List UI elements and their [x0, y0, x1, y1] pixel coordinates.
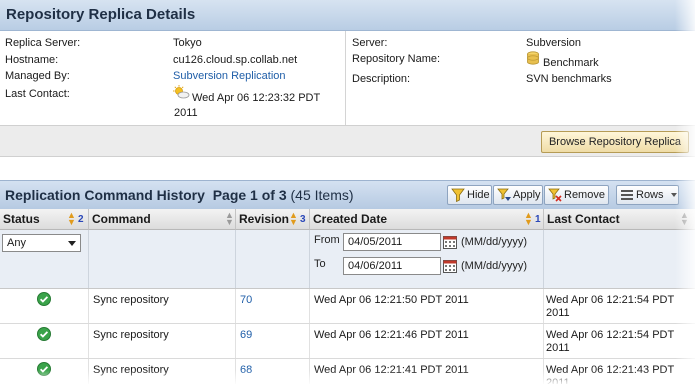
from-date-input[interactable]: 04/05/2011 — [343, 233, 441, 251]
created-date-cell: Wed Apr 06 12:21:46 PDT 2011 — [310, 324, 544, 358]
replica-server-value: Tokyo — [173, 37, 202, 49]
details-panel: Replica Server: Tokyo Hostname: cu126.cl… — [0, 31, 695, 125]
repository-database-icon — [527, 51, 539, 65]
filter-row: Any From 04/05/2011 (MM/dd/yyyy) To 04/0… — [0, 230, 695, 289]
hide-filter-button[interactable]: Hide — [447, 185, 492, 205]
description-label: Description: — [352, 73, 411, 85]
table-row[interactable]: Sync repository 68 Wed Apr 06 12:21:41 P… — [0, 359, 695, 384]
rows-menu-label: Rows — [636, 189, 664, 201]
managed-by-link[interactable]: Subversion Replication — [173, 70, 286, 82]
repository-name-value: Benchmark — [543, 57, 599, 69]
status-cell — [0, 289, 89, 323]
sort-rank: 2 — [78, 214, 84, 225]
from-date-format-hint: (MM/dd/yyyy) — [461, 236, 527, 248]
revision-cell: 70 — [236, 289, 310, 323]
server-label: Server: — [352, 37, 388, 49]
remove-filter-label: Remove — [564, 189, 605, 201]
last-contact-value-line2: 2011 — [174, 107, 198, 119]
command-cell: Sync repository — [89, 289, 236, 323]
column-header-revision[interactable]: Revision ▲ ▼ 3 — [236, 209, 310, 230]
column-header-last-contact[interactable]: Last Contact ▲ ▼ — [544, 209, 695, 230]
server-value: Subversion — [526, 37, 582, 49]
from-label: From — [314, 234, 340, 246]
rows-menu-button[interactable]: Rows — [616, 185, 679, 205]
history-page-indicator: Page 1 of 3 — [212, 187, 287, 203]
created-date-filter-cell: From 04/05/2011 (MM/dd/yyyy) To 04/06/20… — [310, 230, 544, 288]
last-contact-value-line1: Wed Apr 06 12:23:32 PDT — [192, 92, 321, 104]
calendar-icon[interactable] — [443, 259, 457, 273]
revision-cell: 69 — [236, 324, 310, 358]
last-contact-filter-cell — [544, 230, 695, 288]
success-check-icon — [37, 362, 51, 376]
table-row[interactable]: Sync repository 69 Wed Apr 06 12:21:46 P… — [0, 324, 695, 359]
success-check-icon — [37, 327, 51, 341]
sort-arrows-icon: ▲ ▼ — [225, 210, 234, 227]
hide-filter-label: Hide — [467, 189, 490, 201]
table-row[interactable]: Sync repository 70 Wed Apr 06 12:21:50 P… — [0, 289, 695, 324]
details-action-bar: Browse Repository Replica — [0, 125, 695, 157]
remove-filter-icon — [548, 188, 562, 202]
history-header: Replication Command History Page 1 of 3 … — [0, 180, 695, 210]
chevron-down-icon — [68, 241, 76, 246]
repository-name-label: Repository Name: — [352, 53, 441, 65]
sort-arrows-icon: ▲ ▼ — [67, 210, 76, 227]
details-panel-header: Repository Replica Details — [0, 0, 695, 31]
last-contact-cell: Wed Apr 06 12:21:43 PDT 2011 — [546, 364, 675, 384]
to-date-format-hint: (MM/dd/yyyy) — [461, 260, 527, 272]
revision-filter-cell — [236, 230, 310, 288]
revision-link[interactable]: 68 — [240, 364, 252, 377]
created-date-cell: Wed Apr 06 12:21:41 PDT 2011 — [310, 359, 544, 384]
column-header-command[interactable]: Command ▲ ▼ — [89, 209, 236, 230]
apply-filter-icon — [497, 188, 511, 202]
history-item-count: (45 Items) — [290, 187, 354, 203]
last-contact-cell: Wed Apr 06 12:21:54 PDT 2011 — [546, 329, 675, 354]
hostname-value: cu126.cloud.sp.collab.net — [173, 54, 298, 66]
history-title: Replication Command History Page 1 of 3 … — [5, 187, 354, 203]
chevron-down-icon — [670, 193, 677, 198]
replica-server-label: Replica Server: — [5, 37, 81, 49]
status-cell — [0, 324, 89, 358]
remove-filter-button[interactable]: Remove — [544, 185, 609, 205]
last-contact-label: Last Contact: — [5, 88, 70, 100]
weather-status-icon — [173, 85, 190, 99]
sort-arrows-icon: ▲ ▼ — [680, 210, 689, 227]
managed-by-label: Managed By: — [5, 70, 70, 82]
to-label: To — [314, 258, 326, 270]
sort-arrows-icon: ▲ ▼ — [524, 210, 533, 227]
calendar-icon[interactable] — [443, 235, 457, 249]
apply-filter-button[interactable]: Apply — [493, 185, 543, 205]
hostname-label: Hostname: — [5, 54, 59, 66]
sort-rank: 3 — [300, 214, 306, 225]
sort-arrows-icon: ▲ ▼ — [289, 210, 298, 227]
to-date-input[interactable]: 04/06/2011 — [343, 257, 441, 275]
command-filter-cell — [89, 230, 236, 288]
status-cell — [0, 359, 89, 384]
filter-icon — [451, 188, 465, 203]
revision-link[interactable]: 69 — [240, 329, 252, 342]
column-header-status[interactable]: Status ▲ ▼ 2 — [0, 209, 89, 230]
column-header-created-date[interactable]: Created Date ▲ ▼ 1 — [310, 209, 544, 230]
revision-link[interactable]: 70 — [240, 294, 252, 307]
created-date-cell: Wed Apr 06 12:21:50 PDT 2011 — [310, 289, 544, 323]
command-cell: Sync repository — [89, 324, 236, 358]
details-left-column: Replica Server: Tokyo Hostname: cu126.cl… — [0, 31, 346, 125]
history-title-text: Replication Command History — [5, 187, 205, 203]
rows-list-icon — [621, 190, 633, 201]
description-value: SVN benchmarks — [526, 73, 612, 85]
status-filter-cell: Any — [0, 230, 89, 288]
last-contact-cell: Wed Apr 06 12:21:54 PDT 2011 — [546, 294, 675, 319]
details-title: Repository Replica Details — [6, 6, 196, 23]
browse-repository-replica-button[interactable]: Browse Repository Replica — [541, 131, 689, 153]
revision-cell: 68 — [236, 359, 310, 384]
command-cell: Sync repository — [89, 359, 236, 384]
success-check-icon — [37, 292, 51, 306]
apply-filter-label: Apply — [513, 189, 541, 201]
status-filter-select[interactable]: Any — [2, 234, 81, 252]
sort-rank: 1 — [535, 214, 541, 225]
details-right-column: Server: Subversion Repository Name: Benc… — [346, 31, 695, 125]
